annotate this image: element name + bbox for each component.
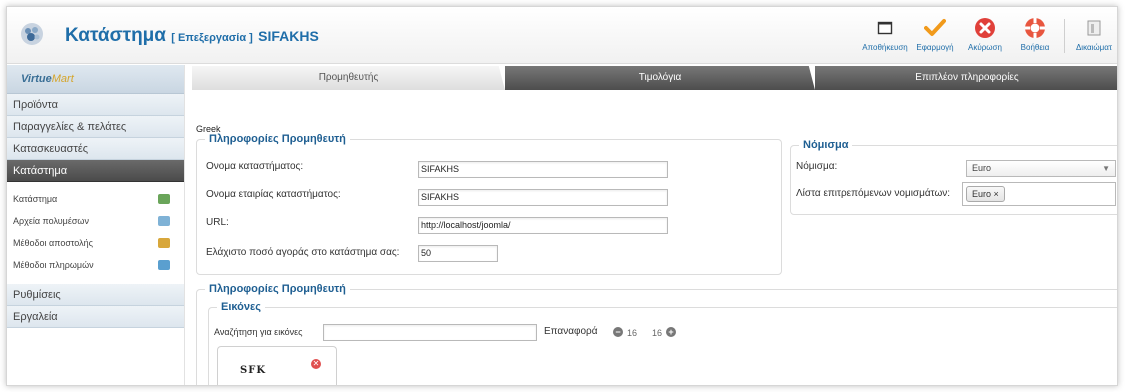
virtuemart-logo[interactable]: VirtueMart — [7, 65, 184, 94]
cancel-label: Ακύρωση — [968, 43, 1002, 52]
thumbnail-logo: SFK — [240, 365, 267, 376]
permissions-button[interactable]: Δικαιώματ — [1069, 13, 1117, 59]
help-label: Βοήθεια — [1020, 43, 1050, 52]
currency-chip[interactable]: Euro × — [966, 186, 1005, 202]
submenu-item-store[interactable]: Κατάστημα — [7, 188, 184, 210]
checkmark-icon — [924, 17, 946, 39]
submenu-item-payment[interactable]: Μέθοδοι πληρωμών — [7, 254, 184, 276]
previous-page-icon[interactable]: − — [613, 327, 623, 337]
currency-legend: Νόμισμα — [803, 139, 849, 151]
cancel-button[interactable]: Ακύρωση — [960, 13, 1010, 59]
store-name-input[interactable]: SIFAKHS — [418, 161, 668, 178]
toolbar: Αποθήκευση Εφαρμογή Ακύρωση Βοήθεια Δικα… — [860, 13, 1117, 59]
payment-icon — [158, 260, 170, 270]
field-label: Ονομα εταιρίας καταστήματος: — [206, 189, 341, 200]
sidebar-item-store[interactable]: Κατάστημα — [7, 160, 184, 182]
permissions-icon — [1083, 17, 1105, 39]
page-count-right: 16 — [652, 328, 663, 338]
page-count-left: 16 — [627, 328, 638, 338]
submenu-label: Μέθοδοι αποστολής — [13, 238, 93, 248]
tab-extra-info[interactable]: Επιπλέον πληροφορίες — [815, 66, 1117, 90]
apply-label: Εφαρμογή — [916, 43, 954, 52]
sidebar-item-settings[interactable]: Ρυθμίσεις — [7, 284, 184, 306]
store-name-title: SIFAKHS — [258, 28, 319, 44]
store-logo-icon — [21, 23, 43, 45]
help-button[interactable]: Βοήθεια — [1010, 13, 1060, 59]
save-label: Αποθήκευση — [862, 43, 908, 52]
sidebar-item-tools[interactable]: Εργαλεία — [7, 306, 184, 328]
submenu-label: Κατάστημα — [13, 194, 58, 204]
field-label: Ελάχιστο ποσό αγοράς στο κατάστημα σας: — [206, 247, 400, 258]
logo-accent-text: Mart — [51, 73, 74, 85]
company-name-input[interactable]: SIFAKHS — [418, 189, 668, 206]
shipping-icon — [158, 238, 170, 248]
save-icon — [874, 17, 896, 39]
submenu-item-media[interactable]: Αρχεία πολυμέσων — [7, 210, 184, 232]
field-label: Ονομα καταστήματος: — [206, 161, 304, 172]
page-title: Κατάστημα [ Επεξεργασία ] SIFAKHS — [65, 25, 319, 47]
vendor-info-legend-2: Πληροφορίες Προμηθευτή — [209, 283, 346, 295]
image-thumbnail[interactable]: SFK ✕ — [217, 346, 337, 385]
edit-mode-label: [ Επεξεργασία ] — [171, 32, 253, 44]
image-search-input[interactable] — [323, 324, 537, 341]
toolbar-divider — [1064, 19, 1065, 53]
app-window: Κατάστημα [ Επεξεργασία ] SIFAKHS Αποθήκ… — [6, 6, 1118, 386]
min-purchase-input[interactable]: 50 — [418, 245, 498, 262]
vendor-info-legend: Πληροφορίες Προμηθευτή — [209, 133, 346, 145]
tab-vendor[interactable]: Προμηθευτής — [192, 66, 505, 90]
store-icon — [158, 194, 170, 204]
images-fieldset: Εικόνες — [208, 301, 1117, 385]
page-title-text: Κατάστημα — [65, 25, 166, 46]
help-lifebuoy-icon — [1024, 17, 1046, 39]
accepted-currencies-label: Λίστα επιτρεπόμενων νομισμάτων: — [796, 188, 951, 199]
sidebar-item-manufacturers[interactable]: Κατασκευαστές — [7, 138, 184, 160]
submenu-label: Μέθοδοι πληρωμών — [13, 260, 94, 270]
chevron-down-icon: ▼ — [1102, 164, 1110, 173]
tab-invoices[interactable]: Τιμολόγια — [505, 66, 815, 90]
apply-button[interactable]: Εφαρμογή — [910, 13, 960, 59]
media-icon — [158, 216, 170, 226]
logo-main-text: Virtue — [21, 73, 52, 85]
images-legend: Εικόνες — [221, 301, 261, 313]
currency-select[interactable]: Euro ▼ — [966, 160, 1116, 177]
next-page-icon[interactable]: + — [666, 327, 676, 337]
submenu-label: Αρχεία πολυμέσων — [13, 216, 89, 226]
field-label: URL: — [206, 217, 229, 228]
accepted-currencies-select[interactable]: Euro × — [962, 182, 1116, 206]
url-input[interactable]: http://localhost/joomla/ — [418, 217, 668, 234]
header-bar: Κατάστημα [ Επεξεργασία ] SIFAKHS Αποθήκ… — [7, 7, 1117, 64]
delete-image-icon[interactable]: ✕ — [311, 359, 321, 369]
sidebar-item-orders-customers[interactable]: Παραγγελίες & πελάτες — [7, 116, 184, 138]
submenu-item-shipping[interactable]: Μέθοδοι αποστολής — [7, 232, 184, 254]
cancel-icon — [974, 17, 996, 39]
main-content: Greek Πληροφορίες Προμηθευτή Ονομα κατασ… — [192, 91, 1117, 385]
reset-button[interactable]: Επαναφορά — [544, 326, 598, 337]
store-submenu: Κατάστημα Αρχεία πολυμέσων Μέθοδοι αποστ… — [7, 182, 184, 284]
currency-label: Νόμισμα: — [796, 161, 838, 172]
currency-select-value: Euro — [972, 163, 992, 173]
tab-bar: Προμηθευτής Τιμολόγια Επιπλέον πληροφορί… — [192, 66, 1117, 90]
permissions-label: Δικαιώματ — [1075, 43, 1113, 52]
save-button[interactable]: Αποθήκευση — [860, 13, 910, 59]
image-search-label: Αναζήτηση για εικόνες — [214, 327, 303, 337]
sidebar-item-products[interactable]: Προϊόντα — [7, 94, 184, 116]
sidebar: VirtueMart Προϊόντα Παραγγελίες & πελάτε… — [7, 65, 185, 385]
